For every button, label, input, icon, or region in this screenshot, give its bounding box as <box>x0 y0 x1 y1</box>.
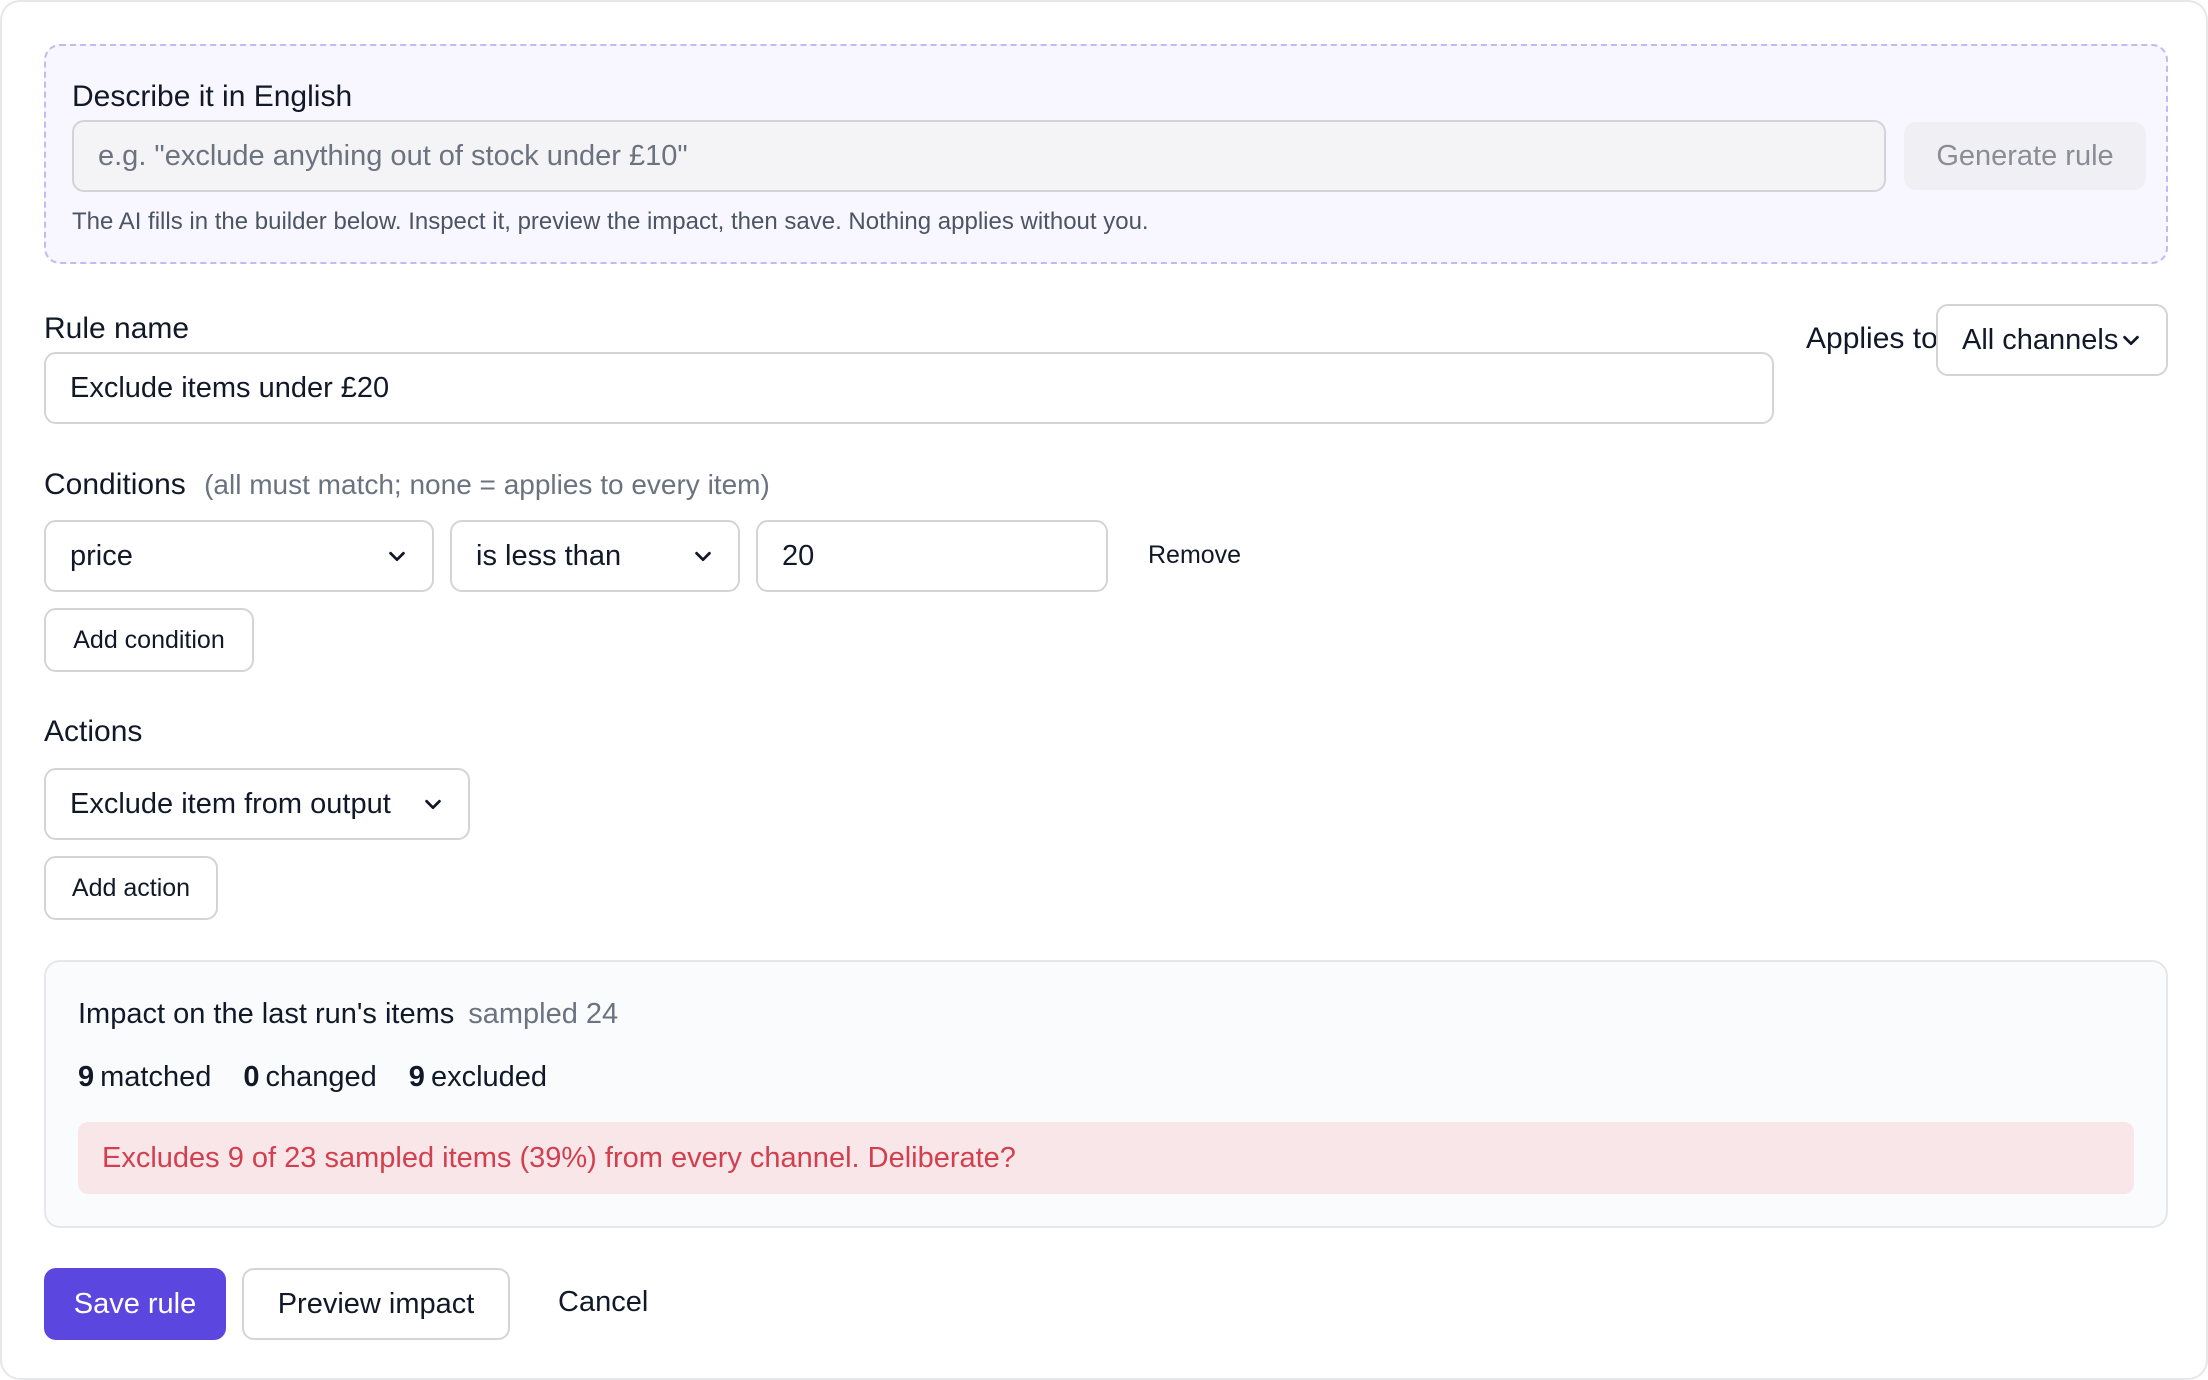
conditions-label: Conditions <box>44 468 186 501</box>
action-select[interactable]: Exclude item from output <box>44 768 470 840</box>
rule-name-input[interactable]: Exclude items under £20 <box>44 352 1774 424</box>
applies-to-label: Applies to <box>1806 322 1938 355</box>
stat-changed: 0 changed <box>243 1061 376 1094</box>
add-condition-button[interactable]: Add condition <box>44 608 254 672</box>
rule-name-label: Rule name <box>44 312 190 345</box>
applies-to-value: All channels <box>1962 323 2119 356</box>
ai-help-text: The AI fills in the builder below. Inspe… <box>72 208 1149 235</box>
stat-matched-count: 9 <box>78 1061 95 1093</box>
preview-impact-button[interactable]: Preview impact <box>242 1268 510 1340</box>
impact-sampled: sampled 24 <box>468 998 619 1030</box>
stat-excluded-label: excluded <box>430 1061 548 1093</box>
impact-warning: Excludes 9 of 23 sampled items (39%) fro… <box>78 1122 2134 1194</box>
condition-value-input[interactable]: 20 <box>756 520 1108 592</box>
stat-excluded: 9 excluded <box>409 1061 547 1094</box>
actions-label: Actions <box>44 715 143 748</box>
stat-changed-count: 0 <box>243 1061 260 1093</box>
condition-field-select[interactable]: price <box>44 520 434 592</box>
ai-describe-label: Describe it in English <box>72 80 353 113</box>
stat-matched: 9 matched <box>78 1061 211 1094</box>
conditions-hint: (all must match; none = applies to every… <box>204 469 770 500</box>
condition-operator-value: is less than <box>476 539 622 572</box>
chevron-down-icon <box>389 551 405 562</box>
impact-stats: 9 matched 0 changed 9 excluded <box>78 1061 547 1094</box>
condition-operator-select[interactable]: is less than <box>450 520 740 592</box>
applies-to-select[interactable]: All channels <box>1936 304 2168 376</box>
save-rule-button[interactable]: Save rule <box>44 1268 226 1340</box>
chevron-down-icon <box>425 799 441 810</box>
generate-rule-button[interactable]: Generate rule <box>1904 122 2146 190</box>
add-action-button[interactable]: Add action <box>44 856 218 920</box>
stat-changed-label: changed <box>265 1061 377 1093</box>
ai-describe-input[interactable] <box>72 120 1886 192</box>
stat-matched-label: matched <box>100 1061 212 1093</box>
condition-field-value: price <box>70 539 133 572</box>
impact-title: Impact on the last run's items sampled 24 <box>78 998 618 1031</box>
remove-condition-button[interactable]: Remove <box>1148 541 1241 570</box>
stat-excluded-count: 9 <box>408 1061 425 1093</box>
chevron-down-icon <box>695 551 711 562</box>
action-value: Exclude item from output <box>70 787 391 820</box>
ai-describe-panel: Describe it in English Generate rule The… <box>44 44 2168 264</box>
cancel-button[interactable]: Cancel <box>558 1286 648 1319</box>
impact-panel: Impact on the last run's items sampled 24… <box>44 960 2168 1228</box>
impact-title-text: Impact on the last run's items <box>78 998 455 1030</box>
rule-editor-card: Describe it in English Generate rule The… <box>0 0 2208 1380</box>
chevron-down-icon <box>2123 335 2139 346</box>
conditions-heading: Conditions (all must match; none = appli… <box>44 468 770 502</box>
